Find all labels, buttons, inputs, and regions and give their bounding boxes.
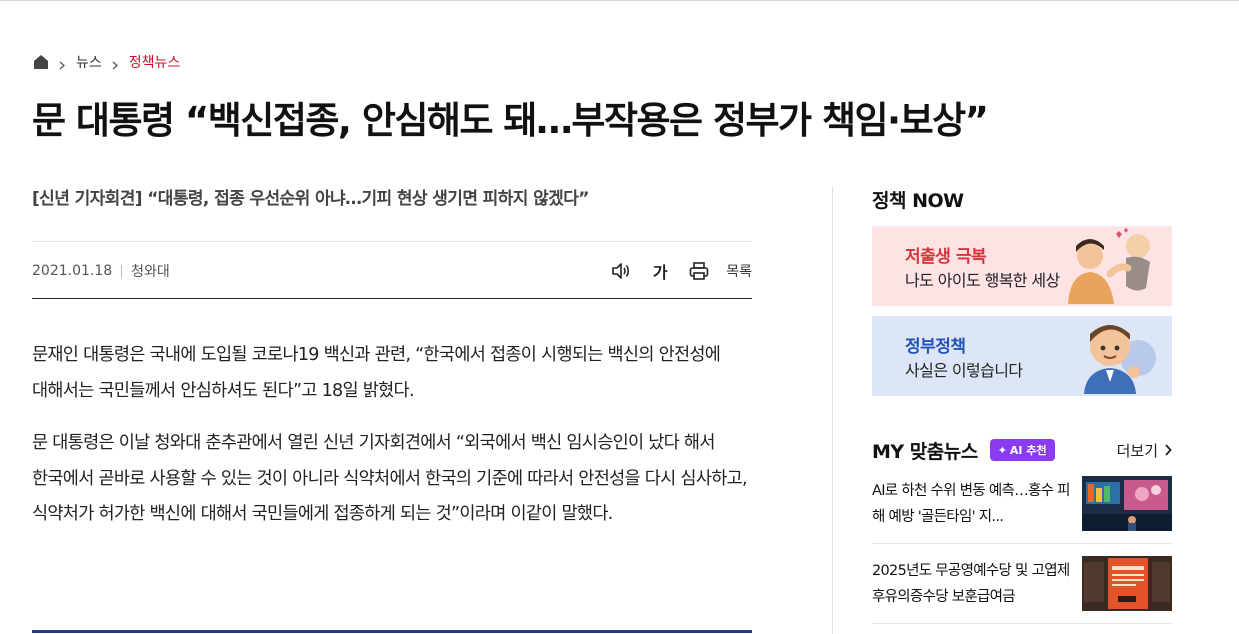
banner-title: 정부정책 xyxy=(905,337,966,357)
sidebar-divider xyxy=(832,186,833,634)
banner-subtitle: 나도 아이도 행복한 세상 xyxy=(905,271,1060,290)
home-icon[interactable] xyxy=(33,54,49,70)
top-border xyxy=(0,0,1239,1)
sparkle-icon: ✦ xyxy=(997,443,1007,457)
news-thumbnail xyxy=(1082,556,1172,611)
article-paragraph: 문재인 대통령은 국내에 도입될 코로나19 백신과 관련, “한국에서 접종이… xyxy=(32,345,721,401)
list-button[interactable]: 목록 xyxy=(726,261,752,281)
more-link[interactable]: 더보기 xyxy=(1117,440,1172,461)
ai-badge-label: AI 추천 xyxy=(1009,444,1047,457)
banner-subtitle: 사실은 이렇습니다 xyxy=(905,361,1023,380)
news-item-title: AI로 하천 수위 변동 예측…홍수 피해 예방 '골든타임' 지... xyxy=(872,483,1071,525)
news-thumbnail xyxy=(1082,476,1172,531)
content-bottom-bar xyxy=(32,630,752,633)
article-headline: 문 대통령 “백신접종, 안심해도 돼…부작용은 정부가 책임·보상” xyxy=(32,99,989,142)
news-item-title: 2025년도 무공영예수당 및 고엽제후유의증수당 보훈급여금 xyxy=(872,563,1070,605)
breadcrumb-news[interactable]: 뉴스 xyxy=(76,52,102,72)
low-birth-banner[interactable]: 저출생 극복 나도 아이도 행복한 세상 xyxy=(872,226,1172,306)
more-label: 더보기 xyxy=(1116,441,1158,460)
article-meta: 2021.01.18 청와대 가 목록 xyxy=(32,258,752,284)
parent-child-illustration xyxy=(1068,228,1150,304)
banner-title: 저출생 극복 xyxy=(905,247,987,267)
my-news-title: MY 맞춤뉴스 xyxy=(872,440,978,463)
ai-recommend-badge: ✦ AI 추천 xyxy=(989,439,1055,461)
policy-now-title: 정책 NOW xyxy=(872,190,964,212)
my-news-item[interactable]: AI로 하천 수위 변동 예측…홍수 피해 예방 '골든타임' 지... xyxy=(872,476,1172,532)
my-news-item[interactable]: 2025년도 무공영예수당 및 고엽제후유의증수당 보훈급여금 xyxy=(872,556,1172,612)
news-divider xyxy=(872,623,1172,624)
breadcrumb: 뉴스 정책뉴스 xyxy=(33,52,180,72)
article-source: 청와대 xyxy=(131,264,170,280)
article-paragraph: 문 대통령은 이날 청와대 춘추관에서 열린 신년 기자회견에서 “외국에서 백… xyxy=(32,433,748,524)
officer-character-illustration xyxy=(1084,325,1156,394)
article-tools: 가 목록 xyxy=(593,260,752,282)
chevron-right-icon xyxy=(1165,444,1172,456)
meta-separator xyxy=(121,264,123,278)
chevron-right-icon xyxy=(111,58,120,69)
article-subtitle: [신년 기자회견] “대통령, 접종 우선순위 아냐…기피 현상 생기면 피하지… xyxy=(32,189,589,209)
font-size-button[interactable]: 가 xyxy=(649,260,671,282)
my-news-header: MY 맞춤뉴스 ✦ AI 추천 더보기 xyxy=(872,436,1172,464)
article-date: 2021.01.18 xyxy=(32,263,113,279)
article-body: 문재인 대통령은 국내에 도입될 코로나19 백신과 관련, “한국에서 접종이… xyxy=(32,338,752,550)
meta-divider-bottom xyxy=(32,298,752,299)
sidebar: 정책 NOW 저출생 극복 나도 아이도 행복한 세상 정부정책 사실은 이렇습… xyxy=(872,186,1172,396)
chevron-right-icon xyxy=(58,58,67,69)
meta-divider-top xyxy=(32,241,752,242)
breadcrumb-policy-news[interactable]: 정책뉴스 xyxy=(129,52,181,72)
print-icon[interactable] xyxy=(688,260,710,282)
news-divider xyxy=(872,543,1172,544)
government-policy-banner[interactable]: 정부정책 사실은 이렇습니다 xyxy=(872,316,1172,396)
speaker-icon[interactable] xyxy=(610,260,632,282)
